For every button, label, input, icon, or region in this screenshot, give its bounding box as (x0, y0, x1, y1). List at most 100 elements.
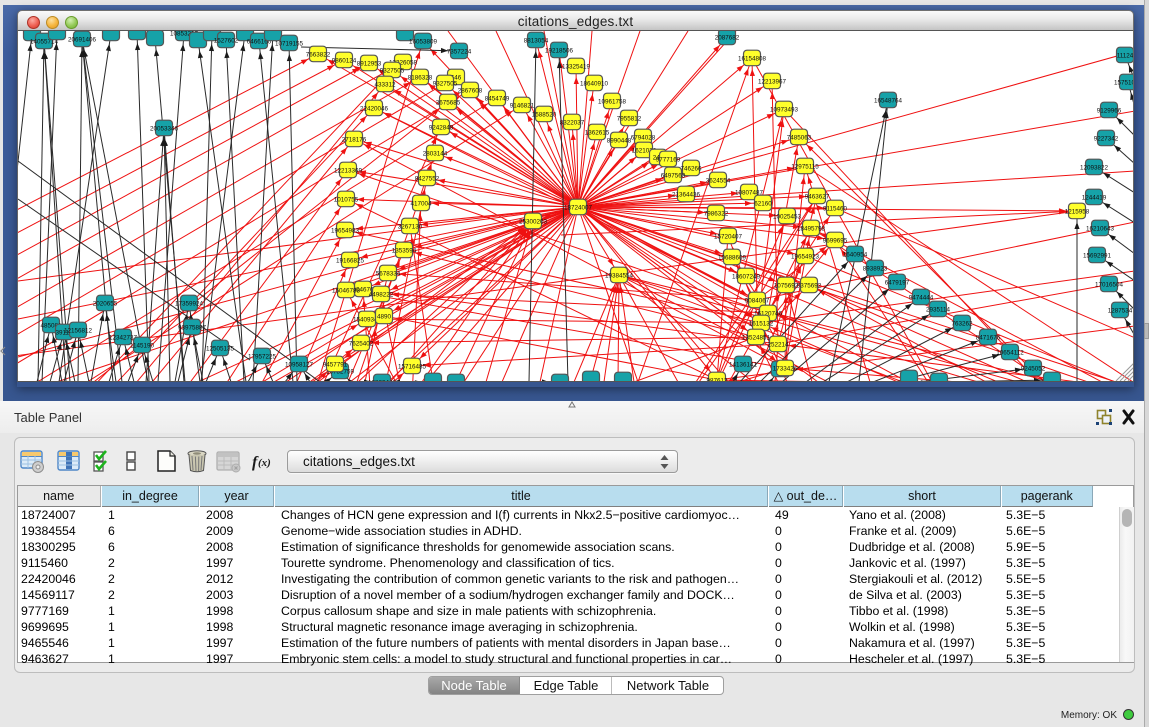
svg-text:252214: 252214 (767, 341, 789, 348)
svg-text:1615132: 1615132 (749, 320, 774, 327)
svg-text:12093822: 12093822 (1080, 164, 1109, 171)
svg-text:19654923: 19654923 (791, 253, 820, 260)
svg-text:10654112: 10654112 (996, 349, 1024, 356)
svg-text:17016504: 17016504 (1095, 281, 1124, 288)
svg-text:19218506: 19218506 (545, 47, 574, 54)
svg-text:9227342: 9227342 (1094, 135, 1119, 142)
svg-text:2935114: 2935114 (926, 306, 951, 313)
svg-text:18640910: 18640910 (580, 80, 609, 87)
svg-text:417004: 417004 (410, 200, 432, 207)
svg-text:10719155: 10719155 (275, 40, 304, 47)
svg-text:12213369: 12213369 (334, 167, 363, 174)
svg-text:1287534: 1287534 (1108, 307, 1133, 314)
svg-text:15716485: 15716485 (398, 363, 427, 370)
svg-text:2020655: 2020655 (93, 300, 118, 307)
svg-text:12505135: 12505135 (206, 345, 235, 352)
svg-text:7663822: 7663822 (306, 51, 331, 58)
svg-text:9457791: 9457791 (323, 361, 348, 368)
svg-text:15046788: 15046788 (332, 287, 361, 294)
svg-text:14136141: 14136141 (729, 361, 758, 368)
svg-text:8186328: 8186328 (408, 74, 433, 81)
svg-text:10958127: 10958127 (285, 361, 314, 368)
svg-text:7357224: 7357224 (447, 48, 472, 55)
svg-text:16548764: 16548764 (874, 97, 903, 104)
svg-text:9115460: 9115460 (823, 205, 848, 212)
svg-text:9474444: 9474444 (909, 294, 934, 301)
svg-text:9084067: 9084067 (745, 297, 770, 304)
svg-text:9699695: 9699695 (823, 237, 848, 244)
svg-text:1244419: 1244419 (1082, 194, 1107, 201)
svg-text:22420046: 22420046 (360, 105, 389, 112)
svg-text:8454749: 8454749 (485, 95, 510, 102)
svg-text:763262: 763262 (951, 320, 973, 327)
svg-text:10688609: 10688609 (718, 254, 747, 261)
svg-text:8813054: 8813054 (524, 37, 549, 44)
svg-text:7625402: 7625402 (349, 340, 374, 347)
svg-text:1353594: 1353594 (392, 247, 417, 254)
svg-text:9860124: 9860124 (332, 57, 357, 64)
svg-text:10961758: 10961758 (598, 98, 627, 105)
svg-text:9777169: 9777169 (656, 156, 681, 163)
svg-text:8912953: 8912953 (357, 60, 382, 67)
svg-text:1733426: 1733426 (773, 365, 798, 372)
svg-text:19384554: 19384554 (605, 272, 634, 279)
svg-text:19654983: 19654983 (331, 227, 360, 234)
svg-text:1010755: 1010755 (334, 196, 359, 203)
svg-text:9327505: 9327505 (433, 80, 458, 87)
svg-text:8471676: 8471676 (976, 334, 1001, 341)
svg-text:1075692: 1075692 (774, 282, 799, 289)
svg-text:3267130: 3267130 (398, 223, 423, 230)
svg-text:2087682: 2087682 (715, 34, 740, 41)
svg-text:13524851: 13524851 (742, 334, 771, 341)
svg-text:12213967: 12213967 (758, 78, 787, 85)
svg-text:21364436: 21364436 (672, 191, 701, 198)
svg-text:25300203: 25300203 (519, 218, 548, 225)
svg-text:987612: 987612 (706, 377, 728, 382)
svg-text:433312: 433312 (374, 81, 396, 88)
svg-text:19166825: 19166825 (336, 257, 365, 264)
svg-text:12975115: 12975115 (791, 163, 819, 170)
svg-text:4890: 4890 (377, 313, 392, 320)
svg-text:18607249: 18607249 (732, 273, 761, 280)
svg-text:9129966: 9129966 (1097, 107, 1122, 114)
svg-text:6479197: 6479197 (885, 279, 910, 286)
svg-text:12156812: 12156812 (64, 327, 93, 334)
svg-text:17359924: 17359924 (175, 300, 204, 307)
svg-text:3624554: 3624554 (706, 177, 731, 184)
svg-text:62160: 62160 (754, 200, 772, 207)
svg-text:12823448: 12823448 (368, 379, 397, 382)
svg-text:1215958: 1215958 (1065, 208, 1090, 215)
svg-text:93975887: 93975887 (178, 324, 207, 331)
svg-text:20053346: 20053346 (150, 125, 179, 132)
svg-text:3675685: 3675685 (436, 99, 461, 106)
svg-text:9327505: 9327505 (380, 67, 405, 74)
svg-text:1640954: 1640954 (843, 251, 868, 258)
svg-text:7955812: 7955812 (617, 115, 642, 122)
svg-text:9146821: 9146821 (510, 102, 535, 109)
svg-text:4498222: 4498222 (369, 291, 394, 298)
svg-text:8427552: 8427552 (415, 175, 440, 182)
svg-text:18495798: 18495798 (797, 225, 826, 232)
svg-text:1527602: 1527602 (214, 37, 239, 44)
svg-text:1588520: 1588520 (532, 111, 557, 118)
svg-text:11124: 11124 (1117, 52, 1134, 59)
svg-text:8938923: 8938923 (863, 265, 888, 272)
svg-text:16154808: 16154808 (738, 55, 767, 62)
svg-text:9463627: 9463627 (805, 193, 830, 200)
svg-text:13325419: 13325419 (562, 63, 591, 70)
svg-text:6794028: 6794028 (631, 134, 656, 141)
svg-text:1362615: 1362615 (585, 129, 610, 136)
svg-text:746266: 746266 (680, 165, 702, 172)
svg-text:2867608: 2867608 (458, 87, 483, 94)
svg-text:16053809: 16053809 (409, 38, 438, 45)
svg-text:2803144: 2803144 (423, 150, 448, 157)
svg-text:15720407: 15720407 (714, 233, 743, 240)
svg-text:6497568: 6497568 (661, 172, 686, 179)
svg-text:8322037: 8322037 (560, 119, 585, 126)
svg-text:9242848: 9242848 (429, 124, 454, 131)
svg-text:8990448: 8990448 (607, 137, 632, 144)
svg-text:2718176: 2718176 (342, 136, 367, 143)
svg-text:1145190: 1145190 (130, 342, 155, 349)
svg-text:20691406: 20691406 (68, 36, 97, 43)
svg-text:5678334: 5678334 (376, 270, 401, 277)
